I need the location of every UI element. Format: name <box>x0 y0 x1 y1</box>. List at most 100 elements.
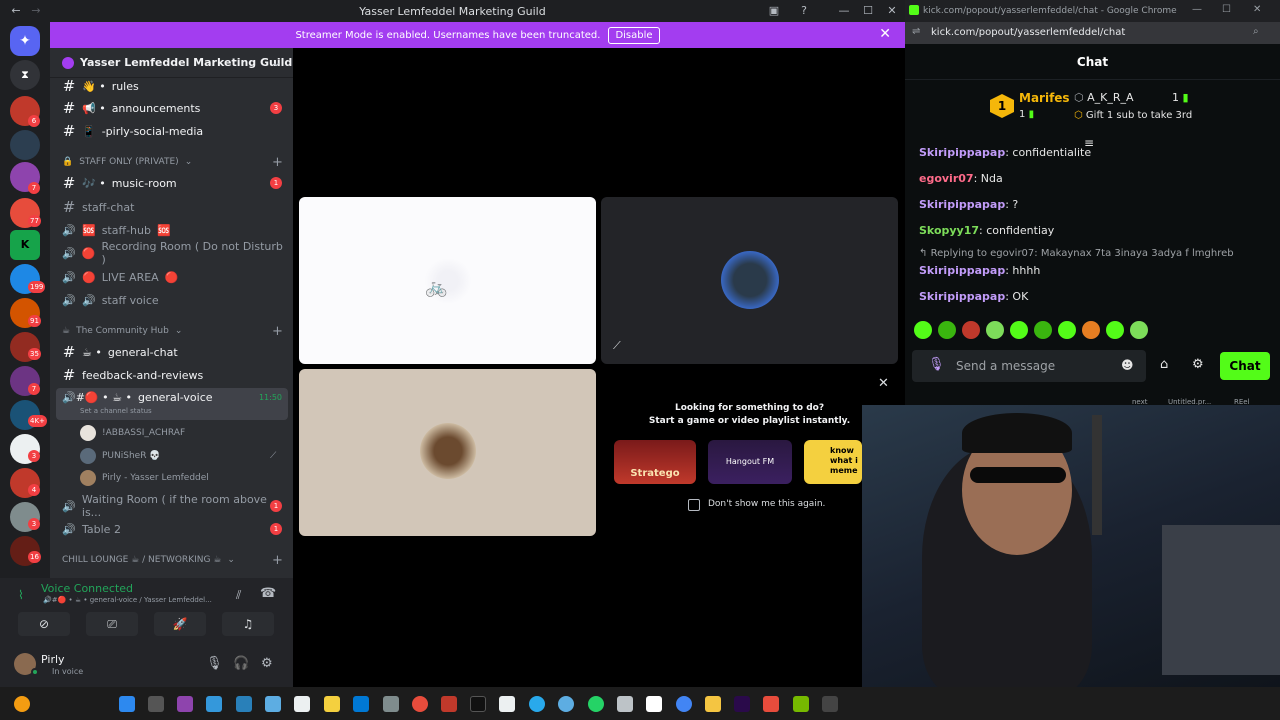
checkbox[interactable] <box>688 499 700 511</box>
close-icon[interactable]: ✕ <box>878 376 889 391</box>
emote-icon[interactable] <box>962 321 980 339</box>
copilot-icon[interactable] <box>177 696 193 712</box>
emote-icon[interactable] <box>1010 321 1028 339</box>
maximize-icon[interactable]: ☐ <box>860 3 876 19</box>
start-icon[interactable] <box>119 696 135 712</box>
app-icon[interactable] <box>822 696 838 712</box>
channel-announcements[interactable]: # 📢 • announcements 3 <box>56 97 288 119</box>
camera-button[interactable]: ⊘ <box>18 612 70 636</box>
app-icon[interactable] <box>617 696 633 712</box>
disable-button[interactable]: Disable <box>608 26 660 44</box>
leader-name[interactable]: Marifes <box>1019 91 1070 105</box>
channel-staff-chat[interactable]: # staff-chat <box>56 196 288 218</box>
home-icon[interactable]: ✦ <box>10 26 40 56</box>
zoom-icon[interactable]: ⌕ <box>1253 26 1259 37</box>
notion-icon[interactable] <box>646 696 662 712</box>
channel-waiting-room[interactable]: 🔊 Waiting Room ( if the room above is... 1 <box>56 493 288 519</box>
mail-icon[interactable] <box>353 696 369 712</box>
headphones-icon[interactable]: 🎧 <box>233 656 249 671</box>
app-icon[interactable] <box>499 696 515 712</box>
address-bar[interactable]: kick.com/popout/yasserlemfeddel/chat <box>905 22 1280 44</box>
back-icon[interactable]: ← <box>8 3 24 19</box>
video-tile[interactable]: ⟋ <box>601 197 898 364</box>
user-name[interactable]: Pirly <box>41 653 65 666</box>
telegram-icon[interactable] <box>529 696 545 712</box>
forward-icon[interactable]: → <box>28 3 44 19</box>
channel-table-2[interactable]: 🔊 Table 21 <box>56 518 288 540</box>
add-channel-icon[interactable]: + <box>272 155 283 170</box>
app-icon[interactable] <box>763 696 779 712</box>
weather-icon[interactable] <box>14 696 30 712</box>
emote-icon[interactable] <box>1082 321 1100 339</box>
close-icon[interactable]: ✕ <box>884 3 900 19</box>
emote-icon[interactable] <box>938 321 956 339</box>
gear-icon[interactable]: ⚙ <box>261 656 273 671</box>
chrome-icon[interactable] <box>676 696 692 712</box>
nvidia-icon[interactable] <box>793 696 809 712</box>
emote-icon[interactable] <box>1106 321 1124 339</box>
store-icon[interactable] <box>324 696 340 712</box>
close-icon[interactable]: ✕ <box>879 26 891 42</box>
emote-icon[interactable] <box>1130 321 1148 339</box>
settings-icon[interactable] <box>383 696 399 712</box>
activity-card[interactable]: Stratego <box>614 440 696 484</box>
chevron-down-icon[interactable]: ⌄ <box>272 56 281 69</box>
channel-staff-voice[interactable]: 🔊 🔊 staff voice <box>56 289 288 311</box>
help-icon[interactable]: ? <box>796 3 812 19</box>
emote-icon[interactable] <box>1034 321 1052 339</box>
second-name[interactable]: ⬡ A_K_R_A <box>1074 91 1134 104</box>
disconnect-icon[interactable]: ☎ <box>260 586 276 601</box>
video-tile[interactable] <box>299 369 596 536</box>
voice-connected-label[interactable]: Voice Connected <box>41 582 133 595</box>
category-staff[interactable]: 🔒 STAFF ONLY (PRIVATE) ⌄ + <box>62 155 283 170</box>
channel-staff-hub[interactable]: 🔊 🆘 staff-hub 🆘 <box>56 219 288 241</box>
noise-suppression-icon[interactable]: ⫽ <box>236 588 241 603</box>
channel-rules[interactable]: # 👋 • rules <box>56 75 288 97</box>
guild-header[interactable]: Yasser Lemfeddel Marketing Guild ⌄ <box>50 48 293 78</box>
app-icon[interactable] <box>236 696 252 712</box>
category-community[interactable]: ☕ The Community Hub ⌄ + <box>62 324 283 339</box>
app-icon[interactable] <box>558 696 574 712</box>
screen-share-button[interactable]: ⎚ <box>86 612 138 636</box>
channel-live-area[interactable]: 🔊 🔴 LIVE AREA 🔴 <box>56 266 288 288</box>
chat-send-button[interactable]: Chat <box>1220 352 1270 380</box>
add-channel-icon[interactable]: + <box>272 324 283 339</box>
store-icon[interactable]: ⌂ <box>1160 357 1168 372</box>
app-icon[interactable] <box>265 696 281 712</box>
app-icon[interactable] <box>206 696 222 712</box>
folder-icon[interactable] <box>705 696 721 712</box>
channel-recording-room[interactable]: 🔊 🔴 Recording Room ( Do not Disturb ) <box>56 240 288 266</box>
add-channel-icon[interactable]: + <box>272 553 283 568</box>
emote-icon[interactable] <box>986 321 1004 339</box>
premiere-icon[interactable] <box>734 696 750 712</box>
app-icon[interactable] <box>441 696 457 712</box>
soundboard-button[interactable]: ♫ <box>222 612 274 636</box>
emoji-icon[interactable]: ☻ <box>1121 358 1134 372</box>
app-icon[interactable] <box>294 696 310 712</box>
kick-server-icon[interactable]: K <box>10 230 40 260</box>
minimize-icon[interactable]: — <box>1192 4 1202 15</box>
hourglass-icon[interactable]: ⧗ <box>10 60 40 90</box>
channel-general-chat[interactable]: # ☕ • general-chat <box>56 341 288 363</box>
gear-icon[interactable]: ⚙ <box>1192 357 1204 372</box>
voice-user[interactable]: PUNiSheR 💀 ⟋ <box>80 448 276 464</box>
maximize-icon[interactable]: ☐ <box>1222 4 1231 15</box>
channel-music-room[interactable]: # 🎶 • music-room 1 <box>56 172 288 194</box>
voice-user[interactable]: Pirly - Yasser Lemfeddel <box>80 470 209 486</box>
task-view-icon[interactable] <box>148 696 164 712</box>
microphone-icon[interactable]: 🎙 <box>206 656 223 671</box>
site-info-icon[interactable]: ⇌ <box>912 26 920 37</box>
signal-icon[interactable]: ⌇ <box>18 588 24 602</box>
category-chill-lounge[interactable]: CHILL LOUNGE ☕ / NETWORKING ☕ ⌄ + <box>62 553 283 568</box>
inbox-icon[interactable]: ▣ <box>766 3 782 19</box>
emote-icon[interactable] <box>1058 321 1076 339</box>
opera-icon[interactable] <box>412 696 428 712</box>
video-tile[interactable]: 🚲 <box>299 197 596 364</box>
channel-feedback-and-reviews[interactable]: # feedback-and-reviews <box>56 364 288 386</box>
voice-user[interactable]: !ABBASSI_ACHRAF <box>80 425 185 441</box>
voice-channel-label[interactable]: 🔊#🔴 • ☕ • general-voice / Yasser Lemfedd… <box>43 596 212 604</box>
tiktok-icon[interactable] <box>470 696 486 712</box>
channel-pirly-social-media[interactable]: # 📱 -pirly-social-media <box>56 120 288 142</box>
activity-card[interactable]: Hangout FM <box>708 440 792 484</box>
whatsapp-icon[interactable] <box>588 696 604 712</box>
